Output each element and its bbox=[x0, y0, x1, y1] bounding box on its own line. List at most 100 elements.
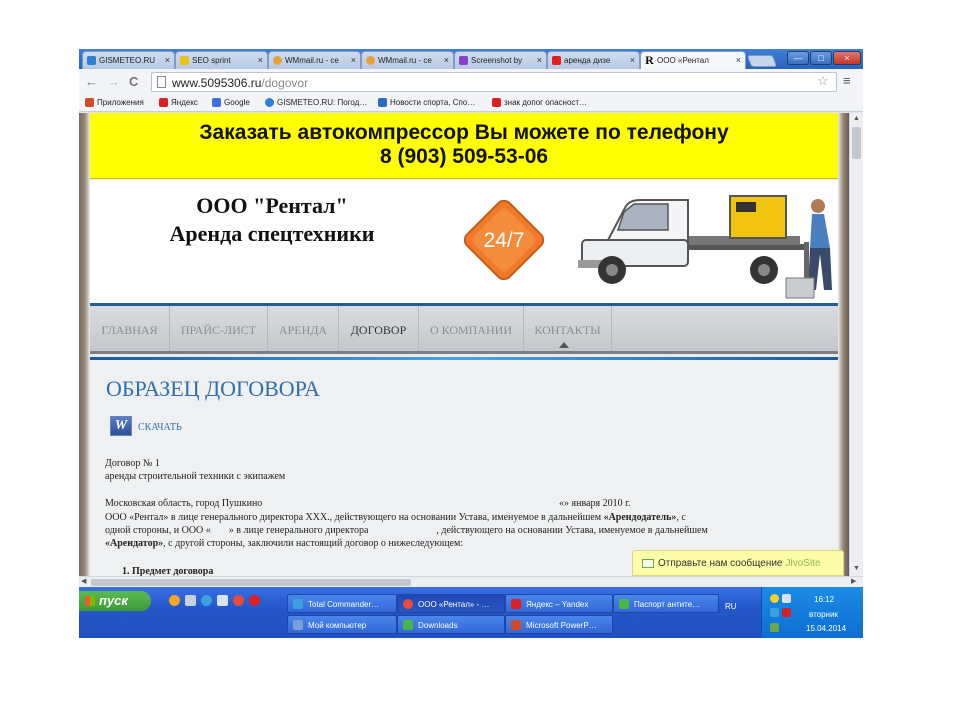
computer-icon bbox=[293, 620, 303, 630]
horizontal-scroll-thumb[interactable] bbox=[91, 579, 411, 586]
reload-icon[interactable]: C bbox=[129, 74, 138, 89]
bookmark-apps[interactable]: Приложения bbox=[85, 98, 144, 107]
task-passport[interactable]: Паспорт антите… bbox=[613, 594, 719, 613]
page-icon bbox=[157, 76, 166, 88]
scroll-up-arrow-icon[interactable]: ▲ bbox=[853, 115, 860, 122]
tab-label: Screenshot by bbox=[471, 56, 523, 65]
yandex-browser-icon[interactable] bbox=[249, 595, 260, 606]
close-tab-icon[interactable]: × bbox=[165, 55, 170, 65]
bookmark-label: Google bbox=[224, 98, 250, 107]
windows-flag-icon bbox=[85, 596, 95, 606]
tab-seo-sprint[interactable]: SEO sprint × bbox=[175, 51, 268, 69]
clock-time[interactable]: 16:12 bbox=[814, 595, 834, 604]
tab-label: ООО «Рентал bbox=[657, 56, 709, 65]
close-tab-icon[interactable]: × bbox=[630, 55, 635, 65]
start-button[interactable]: пуск bbox=[79, 591, 151, 611]
close-tab-icon[interactable]: × bbox=[258, 55, 263, 65]
bookmark-label: GISMETEO.RU: Погод… bbox=[277, 98, 368, 107]
scroll-left-arrow-icon[interactable]: ◀ bbox=[81, 577, 86, 585]
network-tray-icon[interactable] bbox=[770, 608, 779, 617]
yandex-icon bbox=[511, 599, 521, 609]
download-link[interactable]: СКАЧАТЬ bbox=[138, 422, 182, 433]
bookmark-star-icon[interactable]: ☆ bbox=[817, 73, 829, 89]
address-bar[interactable]: www.5095306.ru/dogovor bbox=[151, 72, 837, 92]
maximize-button[interactable]: □ bbox=[810, 51, 832, 65]
jivo-message: Отправьте нам сообщение bbox=[658, 558, 783, 569]
jivosite-chat-widget[interactable]: Отправьте нам сообщение JivoSite bbox=[632, 550, 844, 576]
folder-icon bbox=[403, 620, 413, 630]
screenshot-frame: GISMETEO.RU × SEO sprint × WMmail.ru - с… bbox=[79, 49, 863, 638]
volume-icon[interactable] bbox=[782, 594, 791, 603]
task-powerpoint[interactable]: Microsoft PowerP… bbox=[505, 615, 613, 634]
menu-icon[interactable]: ≡ bbox=[843, 73, 851, 88]
kaspersky-icon[interactable] bbox=[782, 608, 791, 617]
doc-text: , действующего на основании Устава, имен… bbox=[436, 525, 708, 536]
task-my-computer[interactable]: Мой компьютер bbox=[287, 615, 397, 634]
site-header: ООО "Рентал" Аренда спецтехники 24/7 bbox=[90, 180, 838, 305]
doc-text: , с bbox=[676, 512, 686, 523]
page-title: ОБРАЗЕЦ ДОГОВОРА bbox=[106, 376, 320, 401]
company-tagline: Аренда спецтехники bbox=[169, 221, 375, 246]
nav-item-home[interactable]: ГЛАВНАЯ bbox=[90, 306, 170, 351]
apps-grid-icon bbox=[85, 98, 94, 107]
close-window-button[interactable]: × bbox=[833, 51, 861, 65]
chrome-icon[interactable] bbox=[233, 595, 244, 606]
page-viewport: Заказать автокомпрессор Вы можете по тел… bbox=[79, 113, 849, 576]
forward-arrow-icon[interactable]: → bbox=[107, 74, 120, 89]
tab-screenshot[interactable]: Screenshot by × bbox=[454, 51, 547, 69]
task-label: Downloads bbox=[418, 621, 458, 630]
word-document-icon[interactable]: W bbox=[110, 416, 132, 436]
minimize-button[interactable]: — bbox=[787, 51, 809, 65]
bookmark-hazard-sign[interactable]: знак допог опасност… bbox=[492, 98, 587, 107]
task-chrome-rental[interactable]: ООО «Рентал» - … bbox=[397, 594, 505, 613]
scroll-right-arrow-icon[interactable]: ▶ bbox=[851, 577, 856, 585]
nav-item-contract[interactable]: ДОГОВОР bbox=[339, 306, 419, 351]
nav-item-rent[interactable]: АРЕНДА bbox=[268, 306, 339, 351]
tab-label: SEO sprint bbox=[192, 56, 231, 65]
task-yandex[interactable]: Яндекс – Yandex bbox=[505, 594, 613, 613]
tab-wmmail-1[interactable]: WMmail.ru - сe × bbox=[268, 51, 361, 69]
task-downloads[interactable]: Downloads bbox=[397, 615, 505, 634]
tab-rental-active[interactable]: R ООО «Рентал × bbox=[640, 51, 746, 70]
bookmark-google[interactable]: Google bbox=[212, 98, 250, 107]
yandex-icon bbox=[159, 98, 168, 107]
bookmark-gismeteo[interactable]: GISMETEO.RU: Погод… bbox=[265, 98, 367, 107]
doc-section-heading: 1. Предмет договора bbox=[122, 566, 214, 576]
phone-banner[interactable]: Заказать автокомпрессор Вы можете по тел… bbox=[90, 113, 838, 179]
nav-item-price-list[interactable]: ПРАЙС-ЛИСТ bbox=[170, 306, 268, 351]
company-block: ООО "Рентал" Аренда спецтехники bbox=[90, 192, 454, 248]
bookmark-label: Новости спорта, Спо… bbox=[390, 98, 476, 107]
close-tab-icon[interactable]: × bbox=[444, 55, 449, 65]
update-tray-icon[interactable] bbox=[770, 623, 779, 632]
doc-paragraph-line-1: ООО «Рентал» в лице генерального директо… bbox=[105, 512, 686, 523]
doc-lessee: «Арендатор» bbox=[105, 538, 164, 549]
tab-label: GISMETEO.RU bbox=[99, 56, 156, 65]
new-tab-button[interactable] bbox=[746, 55, 778, 67]
task-total-commander[interactable]: Total Commander… bbox=[287, 594, 397, 613]
ie-icon[interactable] bbox=[201, 595, 212, 606]
quicklaunch-icon[interactable] bbox=[185, 595, 196, 606]
doc-paragraph-line-3: «Арендатор», с другой стороны, заключили… bbox=[105, 538, 463, 549]
close-tab-icon[interactable]: × bbox=[351, 55, 356, 65]
bookmark-yandex[interactable]: Яндекс bbox=[159, 98, 198, 107]
bookmark-label: знак допог опасност… bbox=[504, 98, 588, 107]
back-arrow-icon[interactable]: ← bbox=[85, 74, 98, 89]
close-tab-icon[interactable]: × bbox=[736, 55, 741, 65]
truck-with-worker-illustration bbox=[578, 195, 832, 299]
quicklaunch-icon[interactable] bbox=[169, 595, 180, 606]
language-indicator[interactable]: RU bbox=[725, 602, 737, 611]
nav-item-about[interactable]: О КОМПАНИИ bbox=[419, 306, 524, 351]
yandex-favicon-icon bbox=[552, 56, 561, 65]
tab-wmmail-2[interactable]: WMmail.ru - сe × bbox=[361, 51, 454, 69]
vertical-scroll-thumb[interactable] bbox=[852, 127, 861, 159]
desktop-icon[interactable] bbox=[217, 595, 228, 606]
vertical-scrollbar[interactable]: ▲ ▼ bbox=[849, 113, 863, 576]
close-tab-icon[interactable]: × bbox=[537, 55, 542, 65]
smiley-tray-icon[interactable] bbox=[770, 594, 779, 603]
tab-gismeteo[interactable]: GISMETEO.RU × bbox=[82, 51, 175, 69]
tab-yandex-search[interactable]: аренда дизе × bbox=[547, 51, 640, 69]
folder-icon bbox=[619, 599, 629, 609]
scroll-down-arrow-icon[interactable]: ▼ bbox=[853, 565, 860, 572]
bookmark-sport-news[interactable]: Новости спорта, Спо… bbox=[378, 98, 475, 107]
horizontal-scrollbar[interactable]: ◀ ▶ bbox=[79, 576, 863, 587]
